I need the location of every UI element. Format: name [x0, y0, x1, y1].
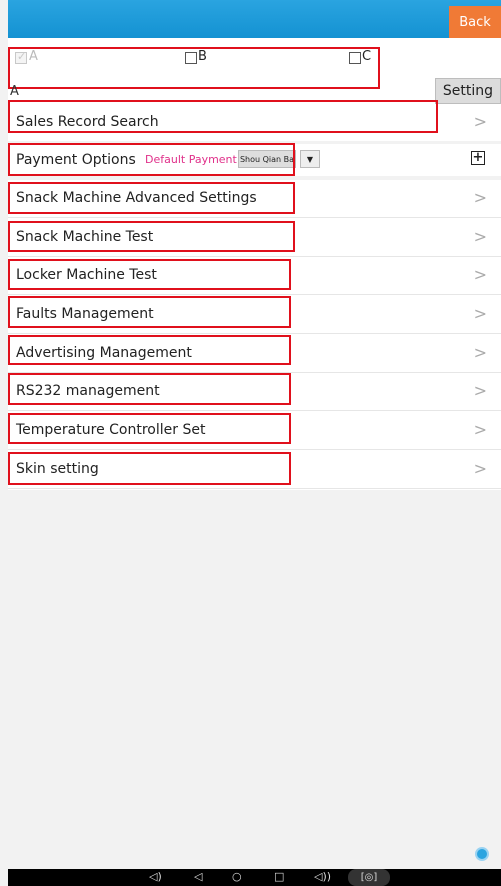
top-bar: Back [8, 0, 501, 38]
volume-up-icon[interactable]: ◁)) [314, 870, 331, 883]
highlight-box [8, 413, 291, 444]
chevron-right-icon: > [473, 227, 487, 246]
recents-nav-icon[interactable]: □ [274, 870, 284, 883]
selected-label: A [10, 84, 19, 99]
chevron-right-icon: > [473, 112, 487, 131]
chevron-right-icon: > [473, 459, 487, 478]
selection-row: A Setting [8, 76, 501, 104]
chevron-right-icon: > [473, 343, 487, 362]
chevron-right-icon: > [473, 420, 487, 439]
chevron-right-icon: > [473, 381, 487, 400]
highlight-box [8, 373, 291, 405]
highlight-box [8, 100, 438, 133]
highlight-box [8, 143, 295, 176]
highlight-box [8, 221, 295, 252]
back-button[interactable]: Back [449, 6, 501, 38]
home-nav-icon[interactable]: ○ [232, 870, 242, 883]
chevron-right-icon: > [473, 188, 487, 207]
system-nav-bar: ◁) ◁ ○ □ ◁)) [◎] [8, 869, 501, 886]
highlight-box [8, 259, 291, 290]
dropdown-arrow-icon[interactable]: ▼ [300, 150, 320, 168]
highlight-box [8, 182, 295, 214]
chevron-right-icon: > [473, 304, 487, 323]
highlight-box [8, 296, 291, 328]
volume-down-icon[interactable]: ◁) [149, 870, 162, 883]
chevron-right-icon: > [473, 265, 487, 284]
chat-icon[interactable] [475, 847, 489, 861]
plus-icon[interactable]: + [471, 151, 485, 165]
camera-icon[interactable]: [◎] [348, 869, 390, 886]
back-nav-icon[interactable]: ◁ [194, 870, 202, 883]
setting-button[interactable]: Setting [435, 78, 501, 104]
highlight-box [8, 452, 291, 485]
highlight-box [8, 335, 291, 365]
settings-content: A B C A Setting Sales Record Search > Pa… [8, 38, 501, 490]
